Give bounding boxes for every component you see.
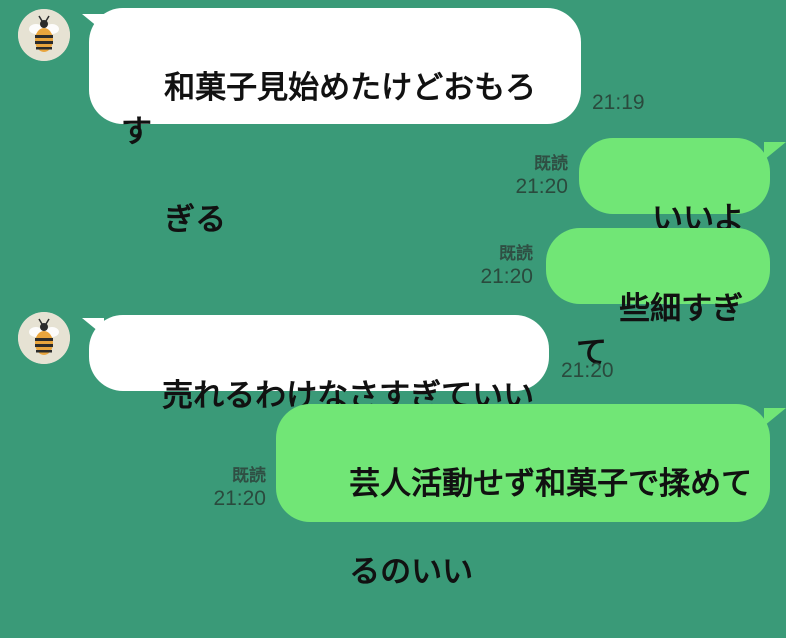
message-meta: 既読 21:20 bbox=[480, 244, 533, 290]
message-time: 21:20 bbox=[515, 175, 568, 198]
avatar[interactable] bbox=[18, 312, 70, 364]
message-time: 21:20 bbox=[213, 487, 266, 510]
message-bubble-outgoing[interactable]: いいよな bbox=[579, 138, 770, 281]
message-text-line1: 芸人活動せず和菓子で揉めて bbox=[349, 466, 753, 502]
bubble-tail bbox=[764, 408, 786, 426]
bee-icon bbox=[18, 9, 70, 61]
message-bubble-outgoing[interactable]: 芸人活動せず和菓子で揉めて るのいい bbox=[276, 404, 770, 590]
message-text-line2: ぎる bbox=[164, 202, 227, 238]
message-meta: 既読 21:20 bbox=[515, 154, 568, 200]
message-bubble-outgoing[interactable]: 些細すぎて bbox=[546, 228, 770, 371]
read-receipt: 既読 bbox=[232, 466, 266, 485]
avatar[interactable] bbox=[18, 9, 70, 61]
message-text-line2: るのいい bbox=[349, 554, 474, 590]
message-meta: 21:20 bbox=[561, 358, 614, 384]
message-bubble-incoming[interactable]: 和菓子見始めたけどおもろす ぎる bbox=[89, 8, 581, 238]
bubble-tail bbox=[764, 142, 786, 160]
message-time: 21:20 bbox=[480, 265, 533, 288]
read-receipt: 既読 bbox=[499, 244, 533, 263]
message-meta: 21:19 bbox=[592, 90, 645, 116]
message-bubble-incoming[interactable]: 売れるわけなさすぎていい bbox=[89, 315, 549, 414]
message-time: 21:19 bbox=[592, 91, 645, 114]
bee-icon bbox=[18, 312, 70, 364]
read-receipt: 既読 bbox=[534, 154, 568, 173]
message-time: 21:20 bbox=[561, 359, 614, 382]
message-text-line1: 和菓子見始めたけどおもろす bbox=[121, 70, 537, 150]
chat-area[interactable]: 和菓子見始めたけどおもろす ぎる 21:19 既読 21:20 いいよな 既読 … bbox=[0, 0, 786, 590]
message-meta: 既読 21:20 bbox=[213, 466, 266, 512]
